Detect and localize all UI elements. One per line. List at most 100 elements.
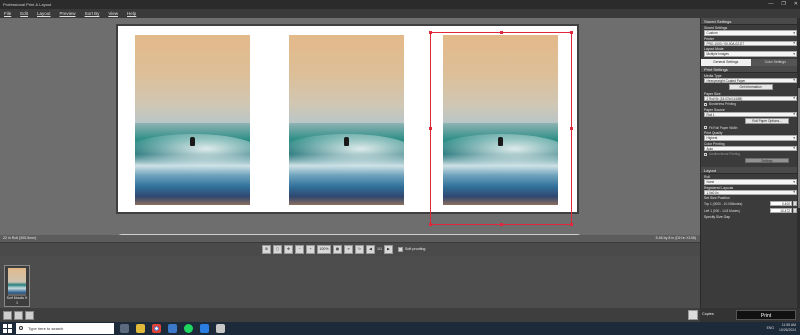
title-bar: Professional Print & Layout — ❐ ✕ [0, 0, 800, 9]
layout-grid-icon[interactable]: ▦ [333, 245, 342, 254]
file-explorer-icon[interactable] [136, 324, 145, 333]
task-view-icon[interactable] [120, 324, 129, 333]
left-position-row: Left 1 (000 - 14.8 Modes) 10.472 [701, 207, 800, 214]
tab-color-settings[interactable]: Color Settings [750, 58, 800, 66]
zoom-select[interactable]: 100% [317, 245, 331, 254]
media-type-select[interactable]: Heavyweight Coated Paper [704, 77, 797, 83]
menu-sort-by[interactable]: Sort By [85, 9, 100, 18]
color-printing-select[interactable]: Auto [704, 145, 797, 151]
fit-page-icon[interactable]: ⊞ [262, 245, 271, 254]
paper-size-select[interactable]: 2 Roll Br (18.07in/1418B) [704, 95, 797, 101]
menu-layout[interactable]: Layout [37, 9, 51, 18]
resize-handle[interactable] [570, 223, 573, 226]
taskbar-apps [120, 324, 225, 333]
windows-start-icon[interactable] [3, 324, 12, 333]
search-icon [19, 326, 23, 330]
photo-1[interactable] [135, 35, 250, 205]
menu-view[interactable]: View [108, 9, 118, 18]
two-layout-icon[interactable] [14, 311, 23, 320]
print-button[interactable]: Print [736, 310, 796, 320]
preview-toolbar: ⊞ ▢ ✥ − + 100% ▦ ≡ ↻ ◀ 1/1 ▶ Soft proofi… [0, 242, 700, 256]
thumbnail-count: 3 [16, 301, 18, 305]
thumbnail-image [8, 268, 26, 296]
print-bar: Copies Print [688, 308, 800, 322]
menu-file[interactable]: File [4, 9, 11, 18]
multi-layout-icon[interactable] [25, 311, 34, 320]
media-size-status: 22 in Roll (305.5mm) [3, 236, 37, 240]
single-layout-icon[interactable] [3, 311, 12, 320]
close-icon[interactable]: ✕ [794, 0, 798, 9]
thumbnail-area: Surf Moods H 3 [0, 256, 700, 308]
settings-panel: Stored Settings Stored Settings Custom P… [700, 18, 800, 322]
registered-layouts-select[interactable]: 1.0x0.0x [704, 189, 797, 195]
printer-select[interactable]: PRO-1000 / 00-00A-02-E7 [704, 40, 797, 46]
mail-icon[interactable] [168, 324, 177, 333]
resize-handle[interactable] [570, 31, 573, 34]
actual-size-icon[interactable]: ▢ [273, 245, 282, 254]
pan-icon[interactable]: ✥ [284, 245, 293, 254]
maximize-icon[interactable]: ❐ [781, 0, 785, 9]
top-position-input[interactable]: 0.400 [770, 200, 792, 207]
status-bar: 22 in Roll (305.5mm) 5.46 by 8 in (DH in… [0, 235, 700, 242]
resize-handle[interactable] [429, 223, 432, 226]
photo-2[interactable] [289, 35, 404, 205]
print-quality-select[interactable]: Highest [704, 135, 797, 141]
left-position-input[interactable]: 10.472 [770, 207, 792, 214]
stored-settings-select[interactable]: Custom [704, 30, 797, 36]
get-information-button[interactable]: Get Information [728, 84, 773, 90]
minimize-icon[interactable]: — [768, 0, 773, 9]
clock-date: 10/26/2024 [779, 327, 796, 332]
spotify-icon[interactable] [184, 324, 193, 333]
menu-edit[interactable]: Edit [20, 9, 28, 18]
left-position-label: Left 1 (000 - 14.8 Modes) [704, 208, 740, 213]
resize-handle[interactable] [500, 31, 503, 34]
layout-header[interactable]: Layout [701, 167, 800, 174]
fit-roll-label: Fit Roll Paper Width [709, 125, 738, 130]
print-app-icon[interactable] [216, 324, 225, 333]
edge-icon[interactable] [200, 324, 209, 333]
thumbnail-item[interactable]: Surf Moods H 3 [4, 265, 30, 307]
language-indicator[interactable]: ENG [767, 326, 774, 330]
settings-button[interactable]: Settings [745, 157, 789, 163]
menu-help[interactable]: Help [127, 9, 136, 18]
roll-paper-options-button[interactable]: Roll Paper Options... [745, 118, 789, 124]
resize-handle[interactable] [570, 127, 573, 130]
resize-handle[interactable] [500, 223, 503, 226]
paper-source-select[interactable]: Roll 1 [704, 111, 797, 117]
system-tray: ENG 11:55 AM 10/26/2024 [767, 323, 796, 332]
next-page-icon[interactable]: ▶ [384, 245, 393, 254]
zoom-out-icon[interactable]: − [295, 245, 304, 254]
tab-general-settings[interactable]: General Settings [701, 58, 751, 66]
prev-page-icon[interactable]: ◀ [366, 245, 375, 254]
chrome-icon[interactable] [152, 324, 161, 333]
top-position-row: Top 1 (0000 - 10.00Modes) 0.400 [701, 200, 800, 207]
thumbnail-caption: Surf Moods H [6, 296, 28, 300]
unidirectional-checkbox[interactable]: Unidirectional Printing [701, 151, 800, 157]
top-position-label: Top 1 (0000 - 10.00Modes) [704, 201, 743, 206]
print-settings-header[interactable]: Print Settings [701, 65, 800, 73]
layout-mode-select[interactable]: Multiple Images [704, 51, 797, 57]
resize-handle[interactable] [429, 31, 432, 34]
rotate-icon[interactable]: ↻ [355, 245, 364, 254]
os-taskbar: Type here to search ENG 11:55 AM 10/26/2… [0, 322, 800, 335]
stored-settings-header[interactable]: Stored Settings [701, 18, 800, 25]
preview-canvas[interactable] [0, 18, 700, 246]
settings-tabs: General Settings Color Settings [701, 58, 800, 66]
menu-bar: File Edit Layout Preview Sort By View He… [0, 9, 800, 18]
softproof-checkbox[interactable] [398, 247, 403, 252]
window-title: Professional Print & Layout [3, 2, 52, 7]
menu-preview[interactable]: Preview [60, 9, 76, 18]
specify-size-gap-label: Specify Size Gap [704, 215, 731, 219]
softproof-label: Soft proofing [405, 247, 426, 251]
align-icon[interactable]: ≡ [344, 245, 353, 254]
resize-handle[interactable] [429, 127, 432, 130]
selection-box[interactable] [429, 31, 573, 226]
layout-strip [0, 308, 700, 322]
image-size-status: 5.46 by 8 in (DH in X108) [655, 236, 696, 240]
clock[interactable]: 11:55 AM 10/26/2024 [779, 323, 796, 332]
taskbar-search-input[interactable]: Type here to search [16, 323, 114, 334]
zoom-in-icon[interactable]: + [306, 245, 315, 254]
roll-select[interactable]: None [704, 179, 797, 185]
copies-label: Copies [702, 312, 714, 316]
copies-spinner[interactable] [688, 310, 698, 320]
